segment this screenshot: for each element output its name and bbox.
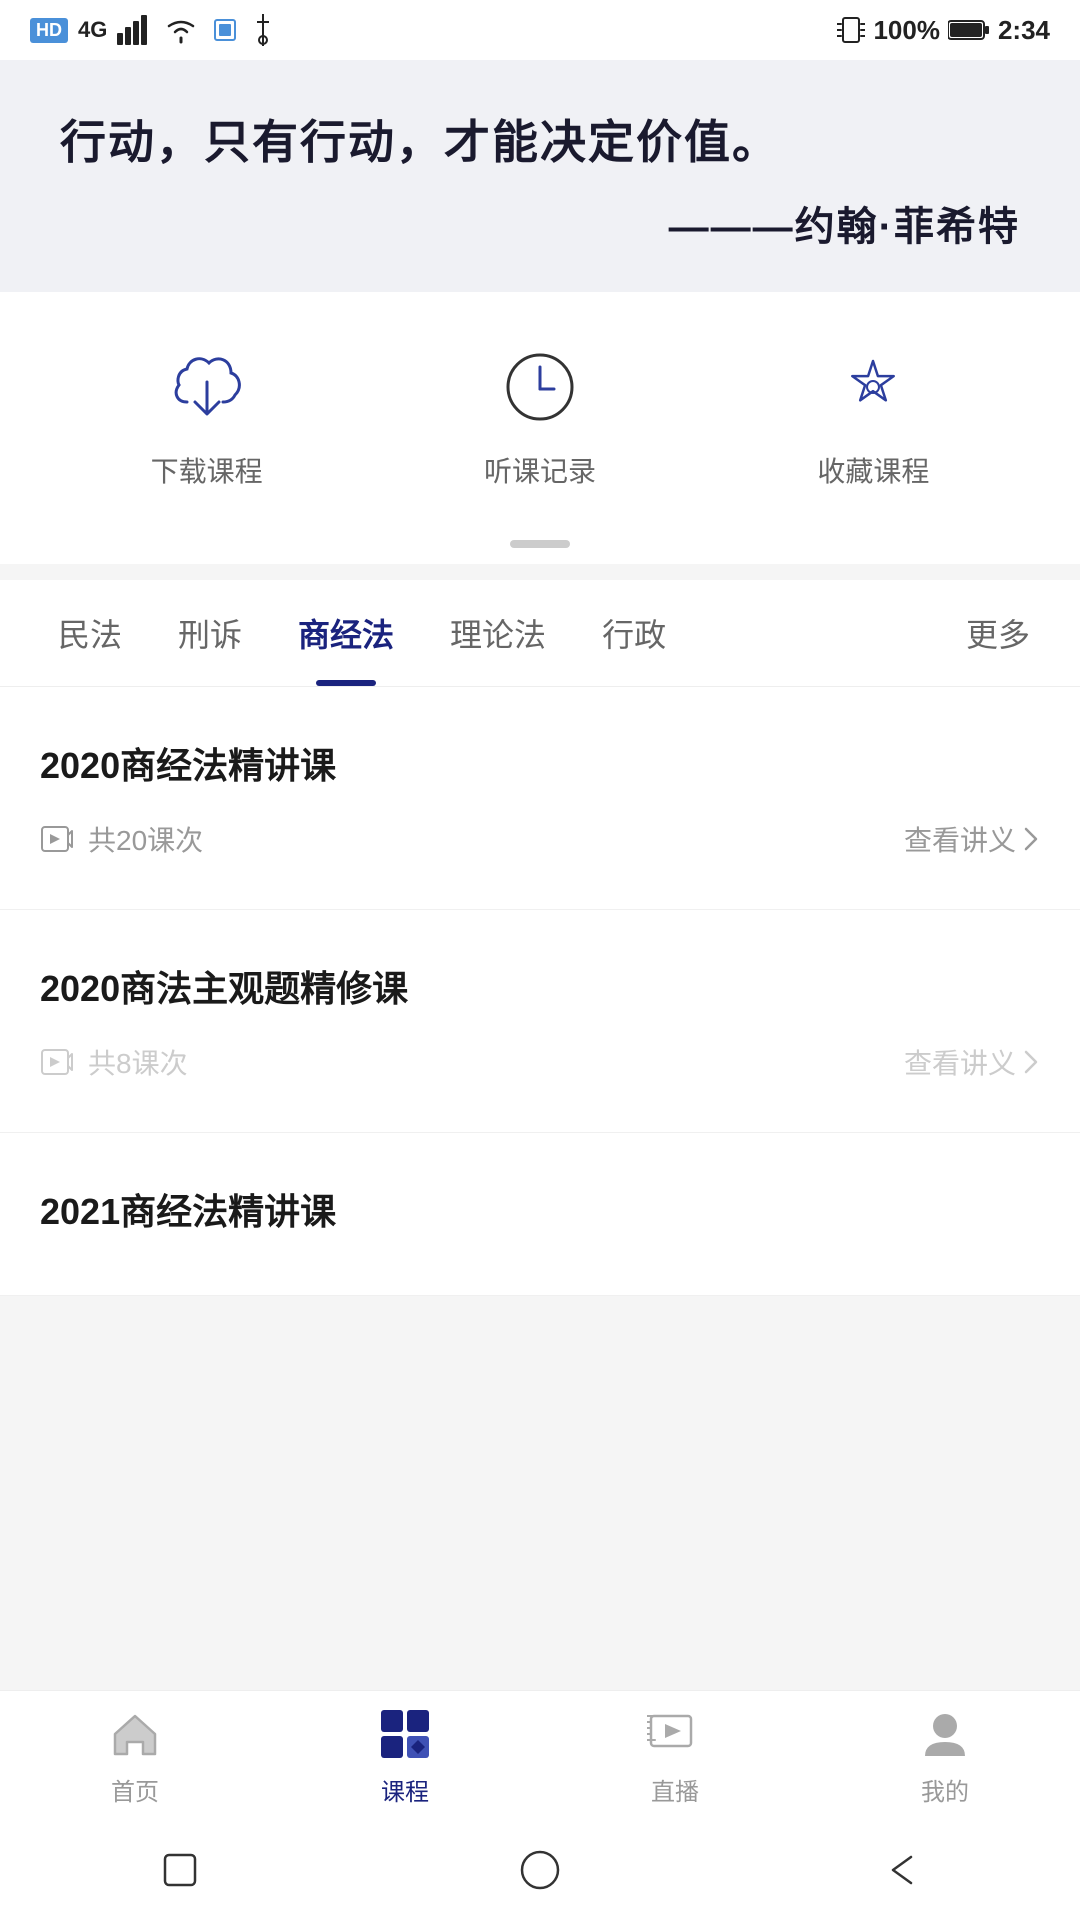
course-icon bbox=[375, 1704, 435, 1764]
course-count: 共8课次 bbox=[40, 1042, 188, 1082]
action-download[interactable]: 下载课程 bbox=[151, 342, 263, 490]
nav-home-label: 首页 bbox=[111, 1772, 159, 1807]
course-title: 2020商经法精讲课 bbox=[40, 737, 1040, 789]
tab-more[interactable]: 更多 bbox=[946, 580, 1050, 686]
course-count: 共20课次 bbox=[40, 819, 203, 859]
download-label: 下载课程 bbox=[151, 450, 263, 490]
time-display: 2:34 bbox=[998, 15, 1050, 46]
tab-shangjingfa[interactable]: 商经法 bbox=[270, 580, 422, 686]
favorite-label: 收藏课程 bbox=[817, 450, 929, 490]
course-count-text: 共8课次 bbox=[88, 1042, 188, 1082]
nav-live-label: 直播 bbox=[651, 1772, 699, 1807]
course-item: 2021商经法精讲课 bbox=[0, 1133, 1080, 1296]
tab-xingsu[interactable]: 刑诉 bbox=[150, 580, 270, 686]
history-label: 听课记录 bbox=[484, 450, 596, 490]
course-title: 2020商法主观题精修课 bbox=[40, 960, 1040, 1012]
course-meta: 共20课次 查看讲义 bbox=[40, 819, 1040, 879]
battery-icon bbox=[948, 19, 990, 41]
chevron-right-icon bbox=[1022, 1048, 1040, 1076]
status-left: HD 4G bbox=[30, 14, 275, 46]
cloud-download-icon bbox=[162, 342, 252, 432]
chevron-right-icon bbox=[1022, 825, 1040, 853]
hd-badge: HD bbox=[30, 18, 68, 43]
android-home-btn[interactable] bbox=[510, 1840, 570, 1900]
live-icon bbox=[645, 1704, 705, 1764]
course-item: 2020商法主观题精修课 共8课次 查看讲义 bbox=[0, 910, 1080, 1133]
course-link: 查看讲义 bbox=[904, 1042, 1040, 1082]
quote-author: ———约翰·菲希特 bbox=[60, 194, 1020, 252]
scroll-indicator bbox=[0, 540, 1080, 564]
course-meta: 共8课次 查看讲义 bbox=[40, 1042, 1040, 1102]
android-nav bbox=[0, 1820, 1080, 1920]
home-icon bbox=[105, 1704, 165, 1764]
action-history[interactable]: 听课记录 bbox=[484, 342, 596, 490]
action-favorite[interactable]: 收藏课程 bbox=[817, 342, 929, 490]
nav-course-label: 课程 bbox=[381, 1772, 429, 1807]
tab-lilunfa[interactable]: 理论法 bbox=[422, 580, 574, 686]
course-title: 2021商经法精讲课 bbox=[40, 1183, 1040, 1235]
video-icon bbox=[40, 821, 76, 857]
scroll-dot bbox=[510, 540, 570, 548]
wifi-icon bbox=[163, 16, 199, 44]
course-item: 2020商经法精讲课 共20课次 查看讲义 bbox=[0, 687, 1080, 910]
android-back-btn[interactable] bbox=[870, 1840, 930, 1900]
vibrate-icon bbox=[837, 14, 865, 46]
video-icon bbox=[40, 1044, 76, 1080]
status-bar: HD 4G bbox=[0, 0, 1080, 60]
nav-home[interactable]: 首页 bbox=[0, 1704, 270, 1807]
chip-icon bbox=[209, 14, 241, 46]
android-square-btn[interactable] bbox=[150, 1840, 210, 1900]
course-link[interactable]: 查看讲义 bbox=[904, 819, 1040, 859]
nav-mine[interactable]: 我的 bbox=[810, 1704, 1080, 1807]
category-tabs: 民法 刑诉 商经法 理论法 行政 更多 bbox=[0, 580, 1080, 687]
signal-4g: 4G bbox=[78, 17, 107, 43]
nav-live[interactable]: 直播 bbox=[540, 1704, 810, 1807]
clock-icon bbox=[495, 342, 585, 432]
quote-main: 行动，只有行动，才能决定价值。 bbox=[60, 110, 1020, 174]
course-list: 2020商经法精讲课 共20课次 查看讲义 2020商法主观题精修课 bbox=[0, 687, 1080, 1296]
star-icon bbox=[828, 342, 918, 432]
battery-percent: 100% bbox=[873, 15, 940, 46]
tab-xingzheng[interactable]: 行政 bbox=[574, 580, 694, 686]
status-right: 100% 2:34 bbox=[837, 14, 1050, 46]
user-icon bbox=[915, 1704, 975, 1764]
tab-minfa[interactable]: 民法 bbox=[30, 580, 150, 686]
course-count-text: 共20课次 bbox=[88, 819, 203, 859]
header-quote: 行动，只有行动，才能决定价值。 ———约翰·菲希特 bbox=[0, 60, 1080, 292]
usb-icon bbox=[251, 14, 275, 46]
bottom-nav: 首页 课程 直播 bbox=[0, 1690, 1080, 1820]
quick-actions: 下载课程 听课记录 收藏课程 bbox=[0, 292, 1080, 540]
signal-icon bbox=[117, 15, 153, 45]
nav-mine-label: 我的 bbox=[921, 1772, 969, 1807]
nav-course[interactable]: 课程 bbox=[270, 1704, 540, 1807]
